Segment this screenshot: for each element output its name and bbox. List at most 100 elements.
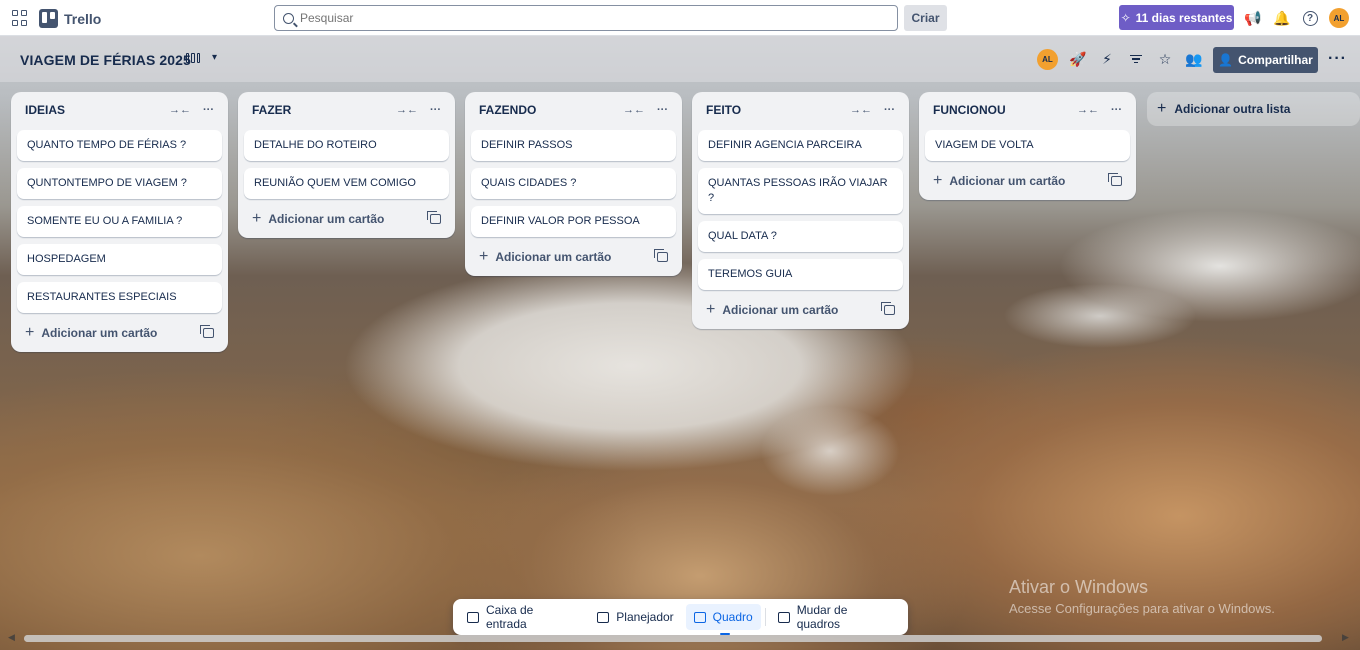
- list-header: FEITO →← ···: [698, 98, 903, 122]
- trial-label: 11 dias restantes: [1135, 10, 1233, 25]
- star-icon[interactable]: ☆: [1156, 50, 1174, 68]
- card-template-icon[interactable]: [881, 302, 895, 315]
- search-icon: [283, 12, 294, 24]
- list-menu-icon[interactable]: ···: [203, 104, 214, 116]
- list-title[interactable]: FAZER: [252, 103, 291, 117]
- inbox-button[interactable]: Caixa de entrada: [459, 603, 585, 631]
- card[interactable]: QUNTONTEMPO DE VIAGEM ?: [17, 168, 222, 199]
- switcher-divider: [764, 608, 766, 626]
- scrollbar-thumb[interactable]: [24, 635, 1322, 642]
- horizontal-scrollbar[interactable]: ◀ ▶: [8, 632, 1352, 644]
- board-menu-icon[interactable]: ···: [1328, 50, 1347, 68]
- add-list-button[interactable]: + Adicionar outra lista: [1147, 92, 1360, 126]
- search-input[interactable]: [300, 11, 860, 25]
- board-member-avatar[interactable]: AL: [1037, 49, 1058, 70]
- card[interactable]: QUAL DATA ?: [698, 221, 903, 252]
- card[interactable]: DEFINIR AGENCIA PARCEIRA: [698, 130, 903, 161]
- search-box[interactable]: [274, 5, 898, 31]
- share-button[interactable]: 👤 Compartilhar: [1213, 47, 1318, 73]
- add-card-button[interactable]: + Adicionar um cartão: [25, 324, 157, 342]
- notifications-bell-icon[interactable]: 🔔: [1273, 9, 1291, 27]
- list-menu-icon[interactable]: ···: [430, 104, 441, 116]
- list-ideias: IDEIAS →← ··· QUANTO TEMPO DE FÉRIAS ? QU…: [11, 92, 228, 352]
- card[interactable]: REUNIÃO QUEM VEM COMIGO: [244, 168, 449, 199]
- list-menu-icon[interactable]: ···: [657, 104, 668, 116]
- background-steam: [760, 406, 900, 496]
- list-title[interactable]: IDEIAS: [25, 103, 65, 117]
- add-card-button[interactable]: + Adicionar um cartão: [706, 301, 838, 319]
- card[interactable]: DEFINIR VALOR POR PESSOA: [471, 206, 676, 237]
- share-label: Compartilhar: [1238, 53, 1313, 67]
- app-name: Trello: [64, 10, 102, 27]
- add-person-icon: 👤: [1218, 53, 1234, 67]
- list-fazendo: FAZENDO →← ··· DEFINIR PASSOS QUAIS CIDAD…: [465, 92, 682, 276]
- card-template-icon[interactable]: [654, 249, 668, 262]
- collapse-list-icon[interactable]: →←: [396, 104, 418, 116]
- sparkle-icon: ✧: [1120, 10, 1131, 25]
- card-template-icon[interactable]: [200, 325, 214, 338]
- board-view-icon: [186, 52, 200, 63]
- collapse-list-icon[interactable]: →←: [623, 104, 645, 116]
- card[interactable]: DEFINIR PASSOS: [471, 130, 676, 161]
- add-card-button[interactable]: + Adicionar um cartão: [252, 210, 384, 228]
- card[interactable]: RESTAURANTES ESPECIAIS: [17, 282, 222, 313]
- list-title[interactable]: FUNCIONOU: [933, 103, 1006, 117]
- list-menu-icon[interactable]: ···: [1111, 104, 1122, 116]
- app-switcher-icon[interactable]: [12, 10, 28, 26]
- switch-boards-icon: [777, 611, 790, 623]
- megaphone-icon[interactable]: 📢: [1244, 9, 1262, 27]
- collapse-list-icon[interactable]: →←: [850, 104, 872, 116]
- plus-icon: +: [706, 301, 716, 318]
- add-card-row: + Adicionar um cartão: [925, 168, 1130, 192]
- card-template-icon[interactable]: [427, 211, 441, 224]
- board-title[interactable]: VIAGEM DE FÉRIAS 2025: [20, 52, 191, 68]
- card[interactable]: DETALHE DO ROTEIRO: [244, 130, 449, 161]
- list-title[interactable]: FEITO: [706, 103, 741, 117]
- planner-label: Planejador: [616, 610, 674, 624]
- scroll-left-arrow-icon[interactable]: ◀: [8, 632, 15, 643]
- collapse-list-icon[interactable]: →←: [169, 104, 191, 116]
- list-title[interactable]: FAZENDO: [479, 103, 536, 117]
- scroll-right-arrow-icon[interactable]: ▶: [1342, 632, 1349, 643]
- board-view-button[interactable]: Quadro: [685, 604, 761, 635]
- trial-button[interactable]: ✧ 11 dias restantes: [1119, 5, 1234, 30]
- filter-icon[interactable]: [1127, 50, 1145, 68]
- card[interactable]: VIAGEM DE VOLTA: [925, 130, 1130, 161]
- list-menu-icon[interactable]: ···: [884, 104, 895, 116]
- planner-button[interactable]: Planejador: [589, 604, 681, 630]
- card-template-icon[interactable]: [1108, 173, 1122, 186]
- visibility-icon[interactable]: 👥: [1185, 50, 1203, 68]
- add-card-button[interactable]: + Adicionar um cartão: [479, 248, 611, 266]
- board-view-switcher[interactable]: ▾: [186, 52, 217, 63]
- add-list-label: Adicionar outra lista: [1174, 102, 1291, 116]
- create-button[interactable]: Criar: [904, 5, 947, 31]
- power-ups-icon[interactable]: 🚀: [1069, 50, 1087, 68]
- add-card-row: + Adicionar um cartão: [698, 297, 903, 321]
- card[interactable]: QUANTAS PESSOAS IRÃO VIAJAR ?: [698, 168, 903, 214]
- card[interactable]: SOMENTE EU OU A FAMILIA ?: [17, 206, 222, 237]
- help-icon[interactable]: ?: [1301, 9, 1319, 27]
- card[interactable]: QUAIS CIDADES ?: [471, 168, 676, 199]
- automation-icon[interactable]: ⚡: [1098, 50, 1116, 68]
- switch-boards-label: Mudar de quadros: [796, 603, 848, 631]
- trello-logo[interactable]: Trello: [39, 9, 101, 28]
- user-avatar[interactable]: AL: [1329, 8, 1349, 28]
- add-card-label: Adicionar um cartão: [495, 250, 612, 264]
- list-header: FAZENDO →← ···: [471, 98, 676, 122]
- add-card-label: Adicionar um cartão: [949, 174, 1066, 188]
- collapse-list-icon[interactable]: →←: [1077, 104, 1099, 116]
- card[interactable]: HOSPEDAGEM: [17, 244, 222, 275]
- add-card-label: Adicionar um cartão: [722, 303, 839, 317]
- calendar-icon: [597, 611, 610, 623]
- add-card-button[interactable]: + Adicionar um cartão: [933, 172, 1065, 190]
- watermark-title: Ativar o Windows: [1009, 577, 1149, 597]
- add-card-row: + Adicionar um cartão: [244, 206, 449, 230]
- view-switcher-bar: Caixa de entrada Planejador Quadro Mudar…: [453, 599, 908, 635]
- add-card-label: Adicionar um cartão: [41, 326, 158, 340]
- plus-icon: +: [25, 324, 35, 341]
- switch-boards-button[interactable]: Mudar de quadros: [770, 603, 902, 631]
- list-header: IDEIAS →← ···: [17, 98, 222, 122]
- card[interactable]: QUANTO TEMPO DE FÉRIAS ?: [17, 130, 222, 161]
- card[interactable]: TEREMOS GUIA: [698, 259, 903, 290]
- windows-activation-watermark: Ativar o Windows Acesse Configurações pa…: [1009, 577, 1275, 616]
